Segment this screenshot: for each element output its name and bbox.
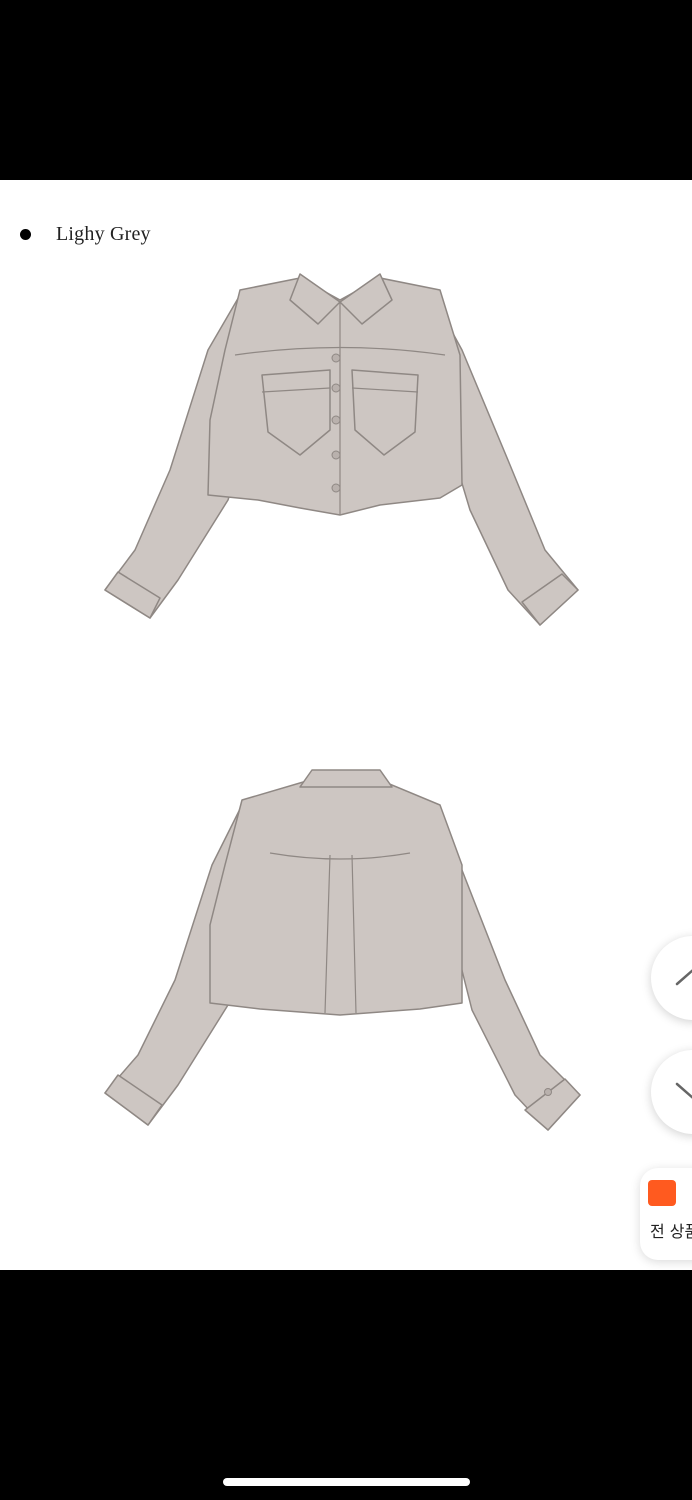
product-image-back — [0, 765, 692, 1155]
home-indicator[interactable] — [223, 1478, 470, 1486]
bottom-safe-area — [0, 1270, 692, 1500]
color-option-label: Lighy Grey — [56, 222, 151, 245]
all-products-label: 전 상품 — [650, 1222, 692, 1241]
product-image-front — [0, 260, 692, 640]
shop-logo-icon — [648, 1180, 676, 1206]
color-option-row: Lighy Grey — [20, 220, 151, 248]
product-detail-content: Lighy Grey 전 상품 — [0, 180, 692, 1270]
all-products-button[interactable]: 전 상품 — [640, 1168, 692, 1260]
status-bar-area — [0, 0, 692, 180]
chevron-up-icon — [675, 969, 692, 986]
chevron-down-icon — [675, 1082, 692, 1099]
bullet-icon — [20, 228, 31, 240]
